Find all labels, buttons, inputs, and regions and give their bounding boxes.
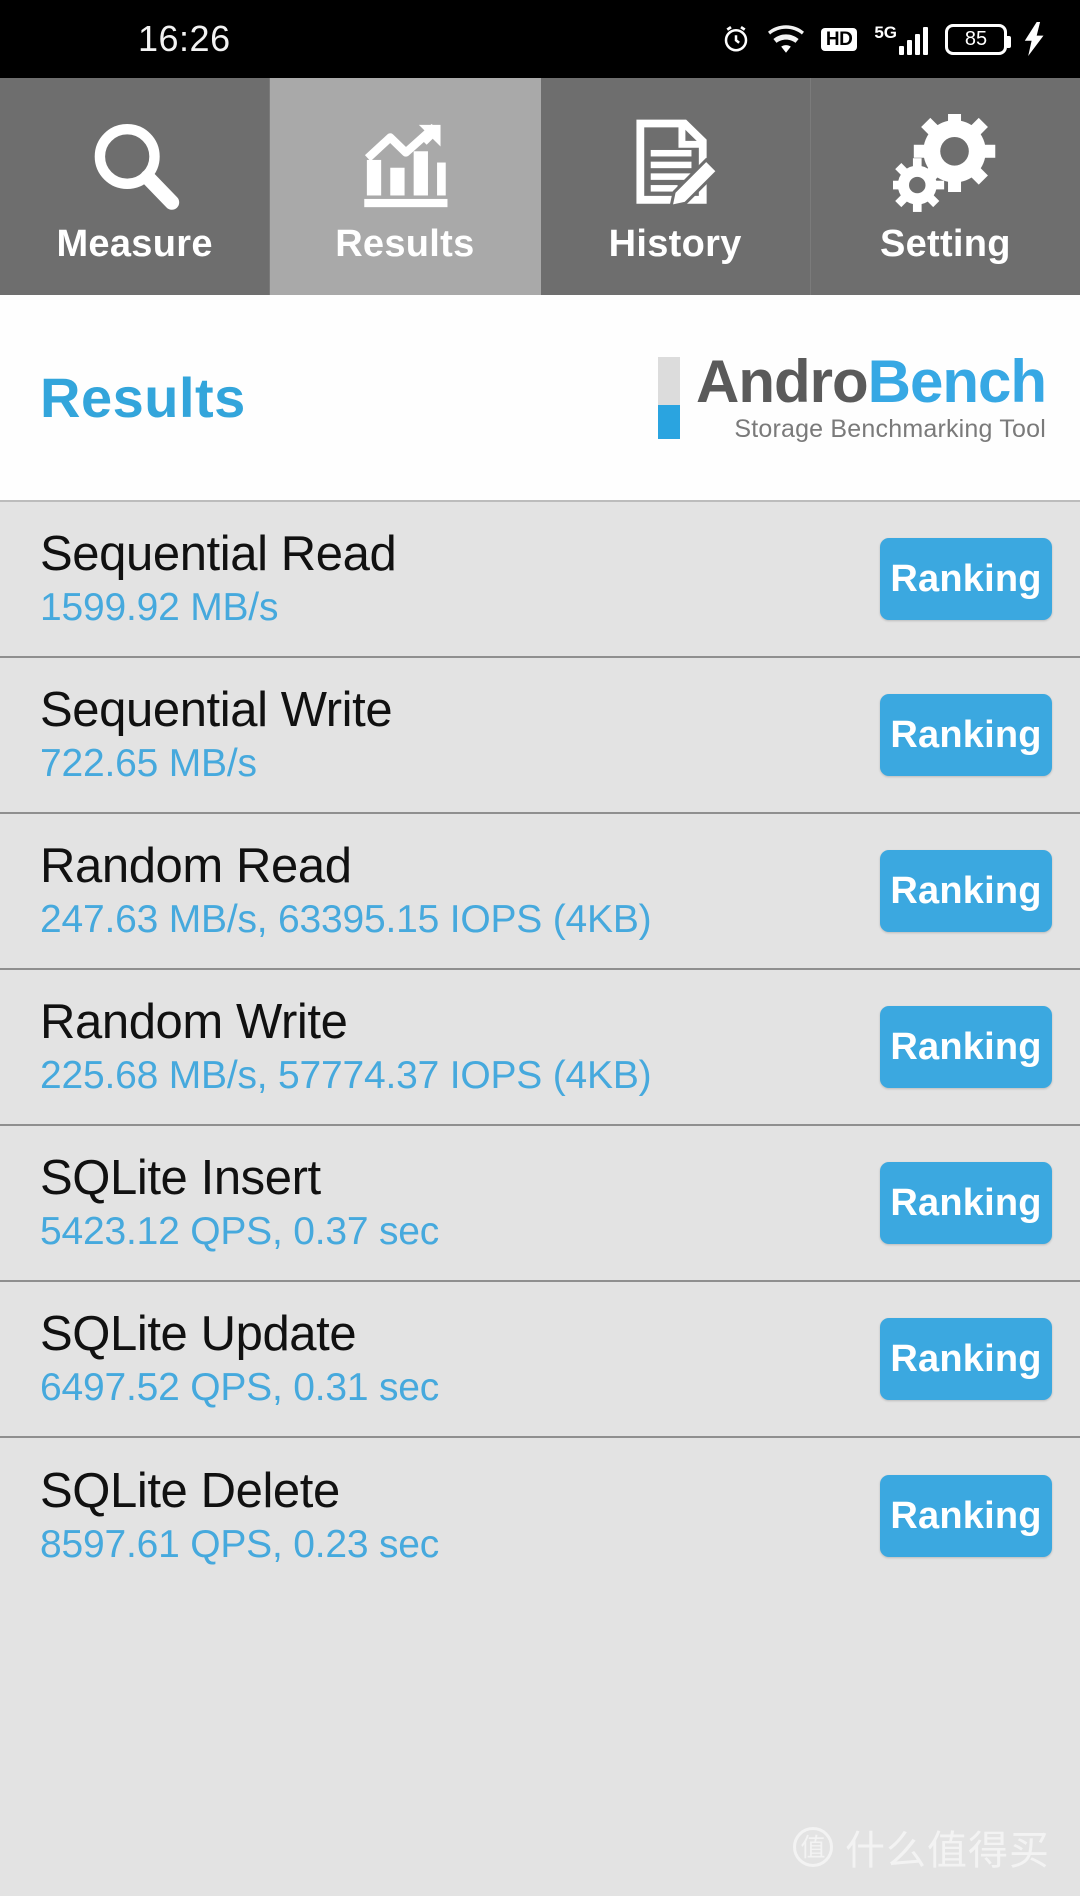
ranking-button[interactable]: Ranking xyxy=(880,1318,1052,1400)
table-row[interactable]: SQLite Insert 5423.12 QPS, 0.37 sec Rank… xyxy=(0,1126,1080,1282)
status-icon-tray: HD 5G 85 xyxy=(721,22,1046,56)
row-text-group: SQLite Delete 8597.61 QPS, 0.23 sec xyxy=(40,1463,880,1567)
benchmark-value: 722.65 MB/s xyxy=(40,742,257,786)
status-bar: 16:26 HD 5G 85 xyxy=(0,0,1080,78)
page-header: Results AndroBench Storage Benchmarking … xyxy=(0,295,1080,502)
ranking-button[interactable]: Ranking xyxy=(880,1162,1052,1244)
network-type-label: 5G xyxy=(874,22,897,42)
hd-icon: HD xyxy=(820,27,858,51)
androbench-logo: AndroBench Storage Benchmarking Tool xyxy=(657,348,1054,443)
logo-word-bench: Bench xyxy=(867,348,1047,416)
watermark-logo-icon: 值 xyxy=(793,1827,833,1867)
benchmark-name: SQLite Update xyxy=(40,1306,357,1361)
benchmark-name: Sequential Write xyxy=(40,682,393,737)
charging-bolt-icon xyxy=(1024,22,1046,56)
ranking-button[interactable]: Ranking xyxy=(880,1006,1052,1088)
benchmark-name: SQLite Delete xyxy=(40,1463,340,1518)
ranking-button[interactable]: Ranking xyxy=(880,850,1052,932)
battery-percent-label: 85 xyxy=(964,28,988,50)
page-title: Results xyxy=(40,366,246,429)
tab-setting[interactable]: Setting xyxy=(811,78,1080,295)
row-text-group: Sequential Write 722.65 MB/s xyxy=(40,682,880,786)
benchmark-name: Random Write xyxy=(40,994,348,1049)
battery-icon: 85 xyxy=(945,23,1011,55)
tab-history-label: History xyxy=(608,222,742,265)
row-text-group: Random Read 247.63 MB/s, 63395.15 IOPS (… xyxy=(40,838,880,942)
tab-results-label: Results xyxy=(335,222,475,265)
row-text-group: Random Write 225.68 MB/s, 57774.37 IOPS … xyxy=(40,994,880,1098)
logo-subtitle: Storage Benchmarking Tool xyxy=(734,414,1046,443)
benchmark-value: 247.63 MB/s, 63395.15 IOPS (4KB) xyxy=(40,898,652,942)
tab-measure-label: Measure xyxy=(56,222,213,265)
magnifier-icon xyxy=(83,111,187,221)
ranking-button[interactable]: Ranking xyxy=(880,538,1052,620)
watermark: 值 什么值得买 xyxy=(793,1818,1050,1876)
table-row[interactable]: Random Read 247.63 MB/s, 63395.15 IOPS (… xyxy=(0,814,1080,970)
benchmark-value: 225.68 MB/s, 57774.37 IOPS (4KB) xyxy=(40,1054,652,1098)
tab-results[interactable]: Results xyxy=(270,78,541,295)
status-clock: 16:26 xyxy=(138,18,231,59)
signal-5g-icon: 5G xyxy=(874,24,928,55)
table-row[interactable]: SQLite Delete 8597.61 QPS, 0.23 sec Rank… xyxy=(0,1438,1080,1594)
logo-bar-mark-icon xyxy=(657,356,680,439)
row-text-group: Sequential Read 1599.92 MB/s xyxy=(40,526,880,630)
table-row[interactable]: SQLite Update 6497.52 QPS, 0.31 sec Rank… xyxy=(0,1282,1080,1438)
ranking-button[interactable]: Ranking xyxy=(880,1475,1052,1557)
logo-word-andro: Andro xyxy=(695,348,869,416)
tab-history[interactable]: History xyxy=(541,78,811,295)
benchmark-value: 1599.92 MB/s xyxy=(40,586,279,630)
benchmark-name: Random Read xyxy=(40,838,352,893)
watermark-text: 什么值得买 xyxy=(845,1828,1050,1874)
app-root: 16:26 HD 5G 85 Measure Results History S… xyxy=(0,0,1080,1896)
main-tab-bar: Measure Results History Setting xyxy=(0,78,1080,295)
tab-measure[interactable]: Measure xyxy=(0,78,271,295)
ranking-button[interactable]: Ranking xyxy=(880,694,1052,776)
bar-chart-arrow-icon xyxy=(353,111,457,221)
table-row[interactable]: Random Write 225.68 MB/s, 57774.37 IOPS … xyxy=(0,970,1080,1126)
tab-setting-label: Setting xyxy=(879,222,1011,265)
table-row[interactable]: Sequential Write 722.65 MB/s Ranking xyxy=(0,658,1080,814)
benchmark-value: 5423.12 QPS, 0.37 sec xyxy=(40,1210,440,1254)
row-text-group: SQLite Update 6497.52 QPS, 0.31 sec xyxy=(40,1306,880,1410)
benchmark-name: SQLite Insert xyxy=(40,1150,321,1205)
alarm-icon xyxy=(721,24,751,54)
benchmark-name: Sequential Read xyxy=(40,526,397,581)
row-text-group: SQLite Insert 5423.12 QPS, 0.37 sec xyxy=(40,1150,880,1254)
logo-wordmark: AndroBench xyxy=(695,348,1047,416)
results-list: Sequential Read 1599.92 MB/s Ranking Seq… xyxy=(0,502,1080,1594)
benchmark-value: 8597.61 QPS, 0.23 sec xyxy=(40,1523,440,1567)
document-pencil-icon xyxy=(623,111,727,221)
table-row[interactable]: Sequential Read 1599.92 MB/s Ranking xyxy=(0,502,1080,658)
signal-bars-icon xyxy=(899,26,928,55)
logo-text: AndroBench Storage Benchmarking Tool xyxy=(695,348,1047,443)
gears-icon xyxy=(893,111,997,221)
wifi-icon xyxy=(767,24,804,54)
benchmark-value: 6497.52 QPS, 0.31 sec xyxy=(40,1366,440,1410)
